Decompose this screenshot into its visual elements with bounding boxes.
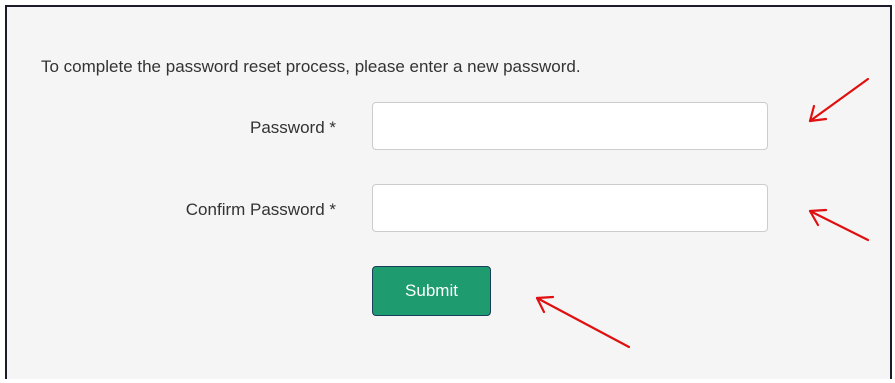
submit-button[interactable]: Submit xyxy=(372,266,491,316)
reset-instructions: To complete the password reset process, … xyxy=(41,57,581,76)
password-input[interactable] xyxy=(372,102,768,150)
confirm-password-label: Confirm Password * xyxy=(185,200,336,219)
confirm-password-input[interactable] xyxy=(372,184,768,232)
password-label: Password * xyxy=(250,118,336,137)
